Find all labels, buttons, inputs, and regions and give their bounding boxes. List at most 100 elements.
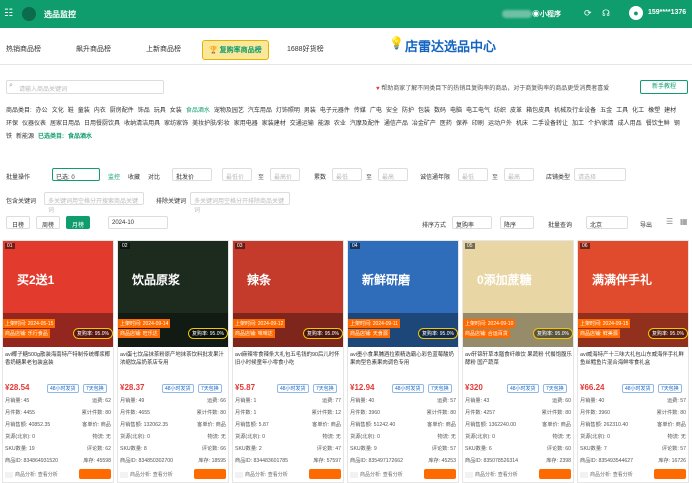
- monthly-button[interactable]: 月榜: [66, 216, 91, 229]
- category-item[interactable]: 个护/家清: [588, 121, 614, 127]
- sort-select[interactable]: 复购率: [452, 216, 492, 229]
- product-card[interactable]: 买2送1 01 上架时间: 2024-05-15 商品店铺: 乐行食品 复购率:…: [2, 240, 114, 483]
- monitor-button[interactable]: 监控: [108, 172, 120, 181]
- compare-button[interactable]: 对比: [148, 172, 160, 181]
- price-type-select[interactable]: 批发价: [172, 168, 212, 181]
- category-item[interactable]: 美妆护肤/彩妆: [192, 121, 230, 127]
- category-item[interactable]: 日用餐厨饮具: [84, 121, 120, 127]
- category-item[interactable]: 成人用品: [618, 121, 642, 127]
- product-title[interactable]: avi墨小食果脯酒拉索精选霸心彩色蓝莓酸奶果肉型色素果肉调色专用: [350, 351, 458, 373]
- category-item[interactable]: 交通运输: [290, 121, 314, 127]
- category-item[interactable]: 收纳清洁用具: [124, 121, 160, 127]
- max-price-input[interactable]: 最高价: [270, 168, 300, 181]
- product-title[interactable]: avi椰子糖500g散装海南特产特制传统椰浆椰香奶糖果老包装盒装: [5, 351, 113, 373]
- category-item[interactable]: 二手设备转让: [532, 121, 568, 127]
- category-item[interactable]: 办公: [36, 108, 48, 114]
- tab-1688[interactable]: 1688好货榜: [287, 44, 324, 54]
- category-item[interactable]: 农业: [334, 121, 346, 127]
- collect-button[interactable]: 收藏: [128, 172, 140, 181]
- product-title[interactable]: avi轩锦轩草本膳食纤维饮 果蔬粉 代餐饱腹乐酵粉 国产蔬菜: [465, 351, 573, 373]
- export-button[interactable]: 导出: [640, 220, 652, 229]
- category-item[interactable]: 鞋: [68, 108, 74, 114]
- shop-type-select[interactable]: 请选择: [574, 168, 626, 181]
- category-item[interactable]: 安全: [386, 108, 398, 114]
- grid-view-icon[interactable]: ▦: [680, 217, 688, 226]
- tab-repurchase[interactable]: 🏆 复购率商品榜: [202, 40, 269, 60]
- category-item[interactable]: 家装建材: [262, 121, 286, 127]
- category-item[interactable]: 宠物及园艺: [214, 108, 244, 114]
- app-title[interactable]: 选品监控: [44, 9, 76, 20]
- product-card[interactable]: 满满伴手礼 06 上架时间: 2024-09-15 商品店铺: 鲜美源 复购率:…: [577, 240, 689, 483]
- category-item[interactable]: 厨房配件: [110, 108, 134, 114]
- category-item[interactable]: 女装: [170, 108, 182, 114]
- batch-query-button[interactable]: 批量查询: [548, 220, 572, 229]
- category-item[interactable]: 印刷: [472, 121, 484, 127]
- shop-name[interactable]: 商品店铺: 乐行食品: [3, 329, 50, 338]
- product-title[interactable]: avi威海特产十三味大礼包山东威海伴手礼鲜鱼丝鳕鱼片混合海鲜零食礼盒: [580, 351, 688, 373]
- category-item[interactable]: 汽摩及配件: [350, 121, 380, 127]
- analyze-button[interactable]: [539, 469, 571, 479]
- product-card[interactable]: 饮品原浆 02 上架时间: 2024-09-14 商品店铺: 旺乐达 复购率: …: [117, 240, 229, 483]
- product-card[interactable]: 0添加蔗糖 05 上架时间: 2024-09-10 商品店铺: 合运百货 复购率…: [462, 240, 574, 483]
- month-select[interactable]: 2024-10: [108, 216, 168, 229]
- category-item[interactable]: 文化: [52, 108, 64, 114]
- max-score-input[interactable]: 最高: [378, 168, 408, 181]
- category-item[interactable]: 居家日用品: [50, 121, 80, 127]
- category-item[interactable]: 加工: [572, 121, 584, 127]
- category-item[interactable]: 工具: [616, 108, 628, 114]
- search-input[interactable]: 请输入商品关键词: [6, 80, 164, 94]
- tab-new[interactable]: 上新商品榜: [146, 44, 181, 54]
- grid-menu-icon[interactable]: ☷: [4, 9, 13, 19]
- analyze-button[interactable]: [309, 469, 341, 479]
- category-item[interactable]: 化工: [632, 108, 644, 114]
- avatar[interactable]: ●: [629, 6, 643, 20]
- category-item[interactable]: 内衣: [94, 108, 106, 114]
- region-select[interactable]: 北京: [586, 216, 628, 229]
- category-item[interactable]: 通信产品: [384, 121, 408, 127]
- product-card[interactable]: 新鲜研磨 04 上架时间: 2024-09-11 商品店铺: 天食源 复购率: …: [347, 240, 459, 483]
- min-price-input[interactable]: 最低价: [222, 168, 252, 181]
- category-item[interactable]: 运动户外: [488, 121, 512, 127]
- category-item[interactable]: 医药: [440, 121, 452, 127]
- selected-count-box[interactable]: 已选: 0: [52, 168, 100, 181]
- category-item[interactable]: 橡塑: [648, 108, 660, 114]
- category-item[interactable]: 建材: [664, 108, 676, 114]
- shop-name[interactable]: 商品店铺: 旺乐达: [118, 329, 160, 338]
- mini-program-link[interactable]: 小程序: [540, 9, 561, 19]
- mini-program-icon[interactable]: ◉: [532, 8, 540, 19]
- product-title[interactable]: avi麻辣零食辣条大礼包五毛钱的90后儿时怀旧小时候童年小零食小吃: [235, 351, 343, 373]
- category-item[interactable]: 环保: [6, 121, 18, 127]
- analyze-button[interactable]: [424, 469, 456, 479]
- tab-hot[interactable]: 热销商品榜: [6, 44, 41, 54]
- category-item[interactable]: 电脑: [450, 108, 462, 114]
- shop-name[interactable]: 商品店铺: 鲜美源: [578, 329, 620, 338]
- headset-icon[interactable]: ☊: [602, 8, 610, 19]
- category-item[interactable]: 家纺家饰: [164, 121, 188, 127]
- category-item[interactable]: 机床: [516, 121, 528, 127]
- max-tenure-input[interactable]: 最高: [504, 168, 534, 181]
- exclude-keyword-input[interactable]: 多关键词用空格分开排除商品关键词: [190, 192, 290, 214]
- category-item[interactable]: 饰品: [138, 108, 150, 114]
- tab-rising[interactable]: 飙升商品榜: [76, 44, 111, 54]
- category-item[interactable]: 童装: [78, 108, 90, 114]
- daily-button[interactable]: 日榜: [6, 216, 31, 229]
- include-keyword-input[interactable]: 多关键词用空格分开搜索商品关键词: [44, 192, 144, 214]
- category-item[interactable]: 纺织: [494, 108, 506, 114]
- category-item[interactable]: 食品酒水: [186, 108, 210, 114]
- refresh-icon[interactable]: ⟳: [584, 8, 592, 19]
- min-tenure-input[interactable]: 最低: [458, 168, 488, 181]
- order-select[interactable]: 降序: [500, 216, 534, 229]
- category-item[interactable]: 防护: [402, 108, 414, 114]
- category-item[interactable]: 冶金矿产: [412, 121, 436, 127]
- shop-name[interactable]: 商品店铺: 合运百货: [463, 329, 510, 338]
- category-item[interactable]: 电工电气: [466, 108, 490, 114]
- product-title[interactable]: avi蛋七饮品抹茶粉原产地抹茶饮料批发果汁浓缩饮品奶茶店专用: [120, 351, 228, 373]
- category-item[interactable]: 新能源: [16, 134, 34, 140]
- category-item[interactable]: 五金: [600, 108, 612, 114]
- tutorial-button[interactable]: 新手教程: [640, 80, 688, 94]
- category-item[interactable]: 玩具: [154, 108, 166, 114]
- shop-name[interactable]: 商品店铺: 天食源: [348, 329, 390, 338]
- category-item[interactable]: 能源: [318, 121, 330, 127]
- category-item[interactable]: 包装: [418, 108, 430, 114]
- category-item[interactable]: 传媒: [354, 108, 366, 114]
